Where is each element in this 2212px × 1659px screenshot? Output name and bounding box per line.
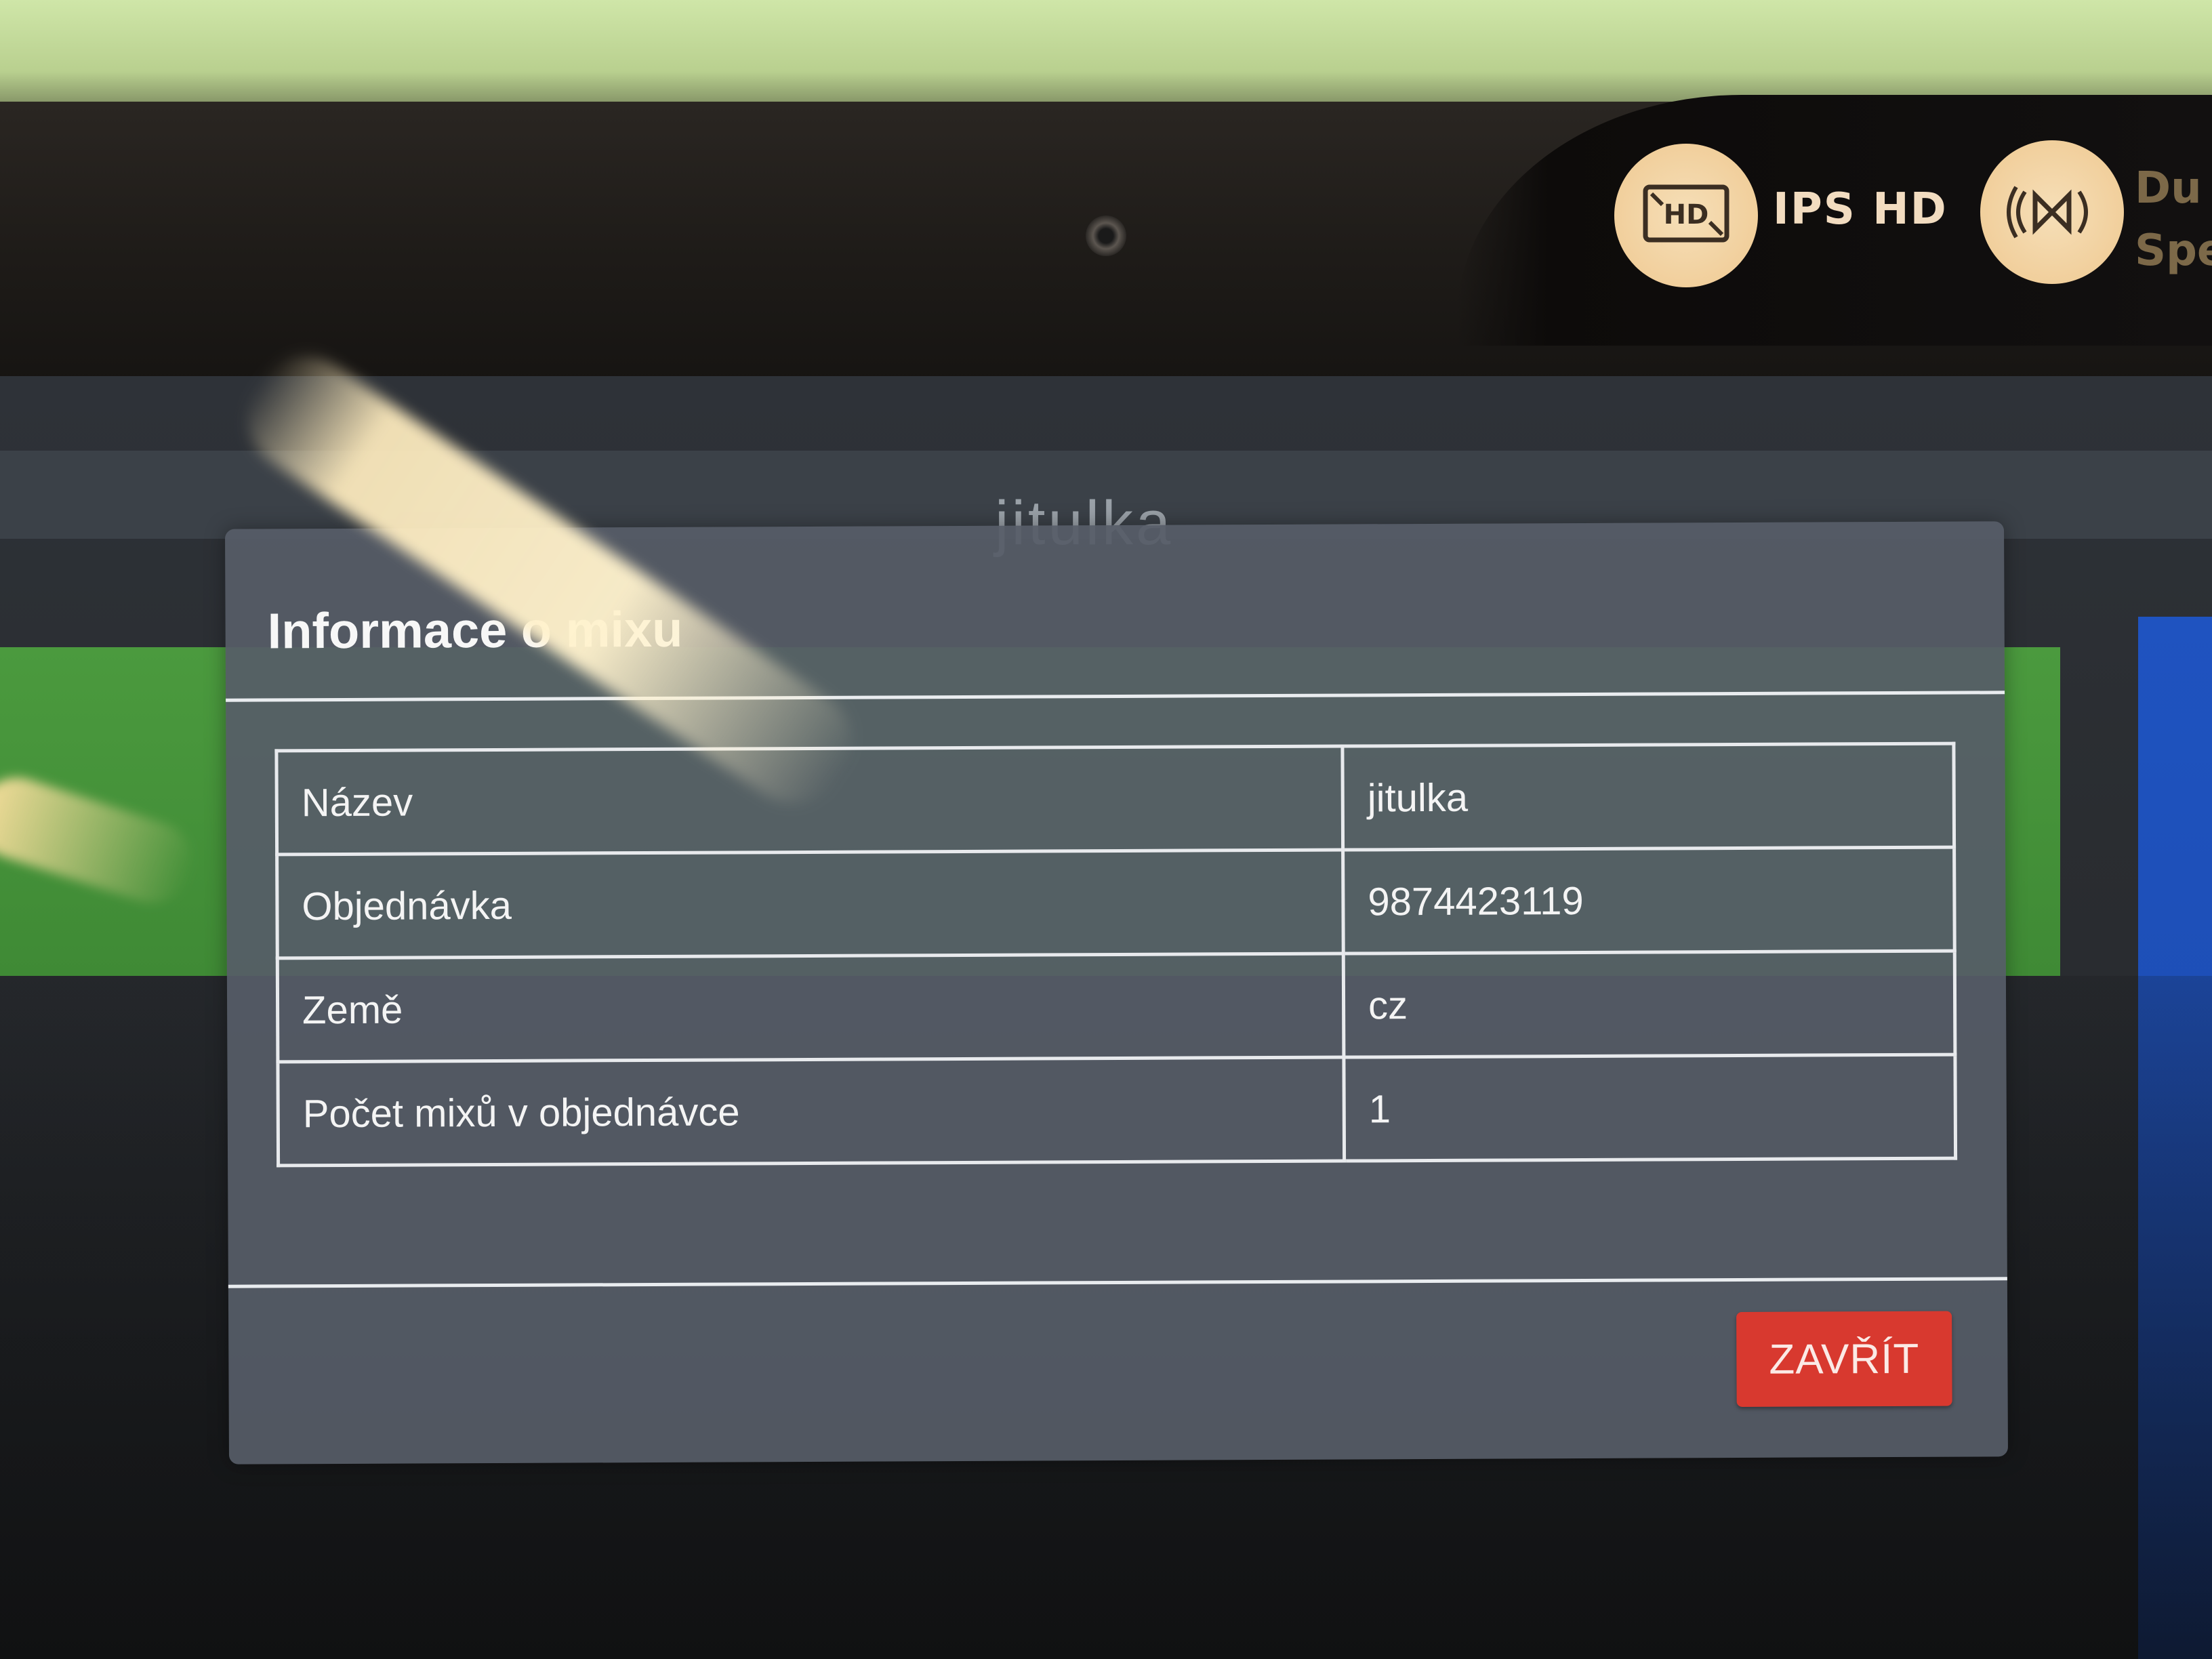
speaker-label-partial: Du Spe xyxy=(2135,163,2212,276)
table-row: Název jitulka xyxy=(276,743,1954,855)
row-value-mix-count: 1 xyxy=(1343,1054,1956,1162)
hd-display-icon: HD xyxy=(1614,144,1758,287)
table-row: Počet mixů v objednávce 1 xyxy=(277,1054,1956,1166)
table-row: Země cz xyxy=(277,951,1955,1062)
mix-info-dialog: Informace o mixu Název jitulka Objednávk… xyxy=(225,521,2008,1465)
row-label-mix-count: Počet mixů v objednávce xyxy=(277,1057,1345,1166)
webcam xyxy=(1086,216,1126,256)
close-button[interactable]: ZAVŘÍT xyxy=(1736,1311,1952,1408)
row-value-name: jitulka xyxy=(1342,743,1954,851)
table-row: Objednávka 9874423119 xyxy=(276,847,1955,958)
svg-text:HD: HD xyxy=(1664,199,1709,230)
dialog-header-divider xyxy=(226,691,2005,702)
row-label-country: Země xyxy=(277,954,1344,1062)
row-label-order: Objednávka xyxy=(276,850,1344,958)
row-value-order: 9874423119 xyxy=(1343,847,1955,954)
ips-hd-label: IPS HD xyxy=(1773,184,1948,234)
dialog-footer-divider xyxy=(228,1277,2007,1288)
mix-info-table: Název jitulka Objednávka 9874423119 Země… xyxy=(274,742,1957,1168)
row-value-country: cz xyxy=(1343,951,1955,1058)
photo-scene: HD IPS HD Du Spe jitulka Informace o mix… xyxy=(0,0,2212,1659)
speaker-icon xyxy=(1980,140,2124,284)
